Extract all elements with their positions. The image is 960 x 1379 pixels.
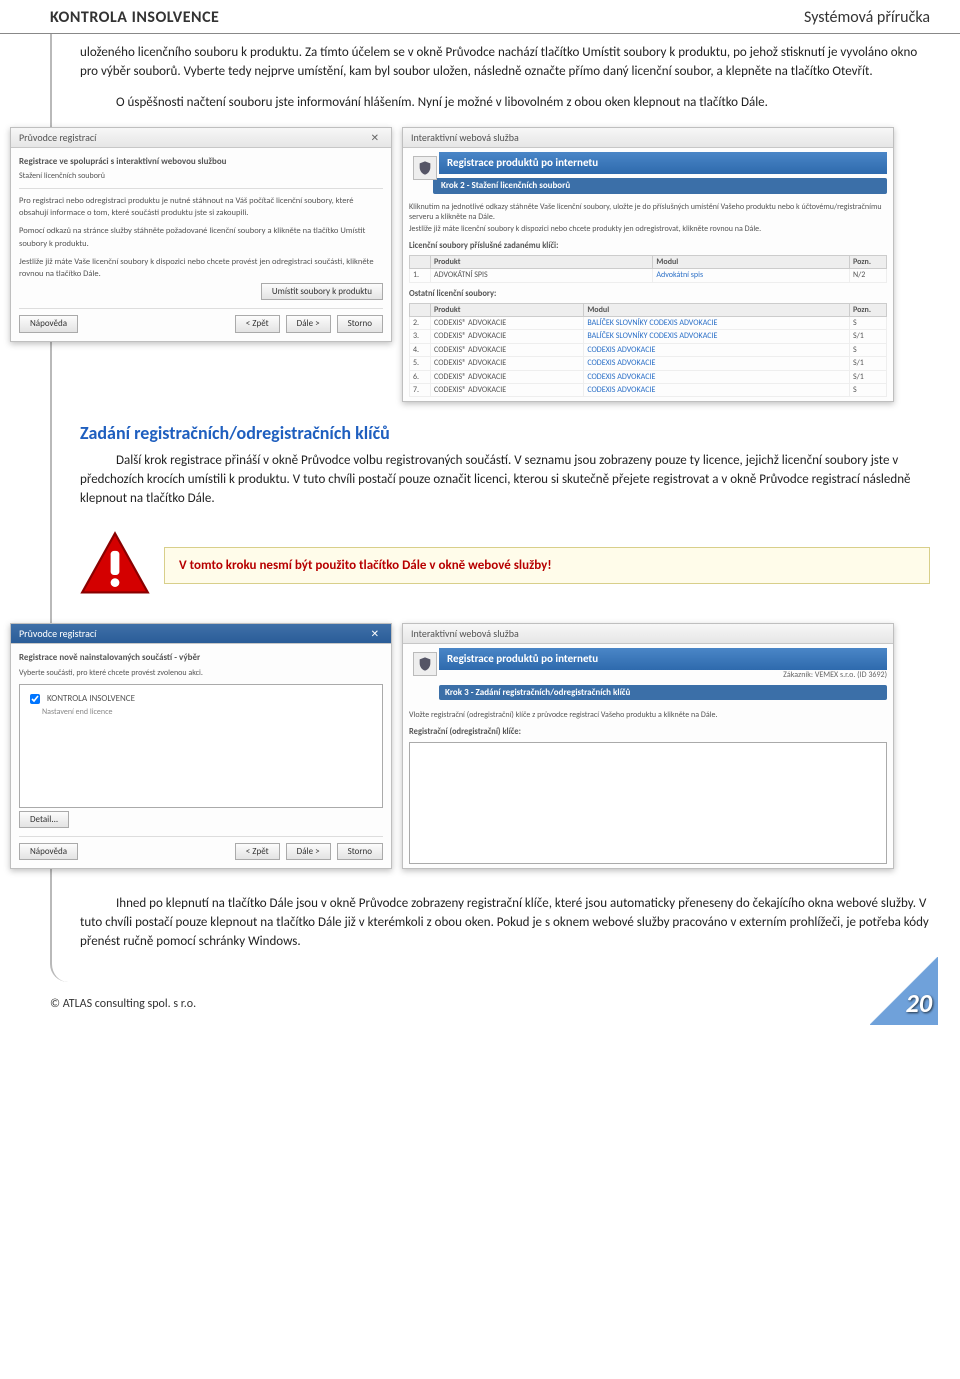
table-row[interactable]: 4.CODEXIS® ADVOKACIECODEXIS ADVOKACIES — [410, 343, 887, 356]
wizard-window-2: Průvodce registrací ✕ Registrace nově na… — [10, 623, 392, 869]
checkbox-label: KONTROLA INSOLVENCE — [47, 693, 135, 705]
wizard1-title: Průvodce registrací — [19, 131, 96, 144]
web1-text2: Jestliže již máte licenční soubory k dis… — [409, 224, 887, 234]
wizard1-text1: Pro registraci nebo odregistraci produkt… — [19, 195, 383, 220]
wizard1-text2: Pomocí odkazů na stránce služby stáhněte… — [19, 225, 383, 250]
component-checkbox[interactable]: KONTROLA INSOLVENCE — [26, 691, 376, 707]
component-listbox[interactable]: KONTROLA INSOLVENCE Nastavení end licenc… — [19, 684, 383, 808]
next-button[interactable]: Dále > — [286, 843, 331, 861]
web1-cap2: Ostatní licenční soubory: — [409, 289, 887, 300]
th-modul: Modul — [653, 255, 850, 268]
web2-step: Krok 3 - Zadání registračních/odregistra… — [439, 685, 887, 701]
wizard1-subtitle: Registrace ve spolupráci s interaktivní … — [19, 156, 383, 168]
cancel-button[interactable]: Storno — [337, 843, 383, 861]
wizard1-text3: Jestliže již máte Vaše licenční soubory … — [19, 256, 383, 281]
web1-heading: Registrace produktů po internetu — [439, 152, 887, 174]
table-row[interactable]: 2.CODEXIS® ADVOKACIEBALÍČEK SLOVNÍKY COD… — [410, 316, 887, 329]
header-left: KONTROLA INSOLVENCE — [50, 8, 219, 27]
warning-icon — [80, 529, 150, 603]
figure-row-2: Průvodce registrací ✕ Registrace nově na… — [10, 623, 930, 869]
th-pozn: Pozn. — [850, 255, 887, 268]
next-button[interactable]: Dále > — [286, 315, 331, 333]
footer-text: © ATLAS consulting spol. s r.o. — [50, 997, 196, 1011]
shield-icon — [413, 652, 437, 676]
web1-step: Krok 2 - Stažení licenčních souborů — [433, 178, 887, 194]
web1-cap1: Licenční soubory příslušné zadanému klíč… — [409, 241, 887, 252]
wizard-window-1: Průvodce registrací ✕ Registrace ve spol… — [10, 127, 392, 342]
figure-row-1: Průvodce registrací ✕ Registrace ve spol… — [10, 127, 930, 403]
detail-button[interactable]: Detail... — [19, 811, 69, 828]
back-button[interactable]: < Zpět — [235, 315, 280, 333]
checkbox-sublabel: Nastavení end licence — [42, 707, 376, 717]
cancel-button[interactable]: Storno — [337, 315, 383, 333]
section-heading: Zadání registračních/odregistračních klí… — [80, 422, 930, 444]
wizard2-title: Průvodce registrací — [19, 627, 96, 640]
back-button[interactable]: < Zpět — [235, 843, 280, 861]
wizard2-subtitle: Registrace nově nainstalovaných součástí… — [19, 652, 383, 664]
th-produkt: Produkt — [431, 255, 653, 268]
paragraph-1: uloženého licenčního souboru k produktu.… — [80, 44, 930, 82]
close-icon[interactable]: ✕ — [367, 131, 383, 144]
header-right: Systémová příručka — [804, 8, 930, 27]
customer-label: Zákazník: VEMEX s.r.o. (ID 3692) — [409, 670, 887, 680]
table-row[interactable]: 3.CODEXIS® ADVOKACIEBALÍČEK SLOVNÍKY COD… — [410, 330, 887, 343]
web2-title: Interaktivní webová služba — [411, 627, 519, 640]
keys-textbox[interactable] — [409, 742, 887, 864]
web-window-1: Interaktivní webová služba Registrace pr… — [402, 127, 894, 403]
web1-title: Interaktivní webová služba — [411, 131, 519, 144]
wizard1-subtitle2: Stažení licenčních souborů — [19, 171, 383, 181]
table-row[interactable]: 6.CODEXIS® ADVOKACIECODEXIS ADVOKACIES/1 — [410, 370, 887, 383]
wizard2-subtitle2: Vyberte součásti, pro které chcete prové… — [19, 668, 383, 678]
help-button[interactable]: Nápověda — [19, 315, 78, 333]
paragraph-3: Další krok registrace přináší v okně Prů… — [80, 452, 930, 509]
table-row[interactable]: 1. ADVOKÁTNÍ SPIS Advokátní spis N/2 — [410, 269, 887, 282]
page-number: 20 — [906, 987, 932, 1019]
shield-icon — [413, 156, 437, 180]
web2-text: Vložte registrační (odregistrační) klíče… — [409, 710, 887, 720]
table-row[interactable]: 7.CODEXIS® ADVOKACIECODEXIS ADVOKACIES — [410, 383, 887, 396]
paragraph-2: O úspěšnosti načtení souboru jste inform… — [80, 94, 930, 113]
web2-cap: Registrační (odregistrační) klíče: — [409, 727, 887, 738]
checkbox-input[interactable] — [30, 694, 40, 704]
paragraph-4: Ihned po klepnutí na tlačítko Dále jsou … — [80, 895, 930, 952]
license-table-2: Produkt Modul Pozn. 2.CODEXIS® ADVOKACIE… — [409, 303, 887, 398]
warning-box: V tomto kroku nesmí být použito tlačítko… — [164, 547, 930, 584]
web1-text1: Kliknutím na jednotlivé odkazy stáhněte … — [409, 202, 887, 223]
page-number-badge: 20 — [870, 957, 938, 1025]
license-table-1: Produkt Modul Pozn. 1. ADVOKÁTNÍ SPIS Ad… — [409, 255, 887, 283]
place-files-button[interactable]: Umístit soubory k produktu — [261, 283, 383, 300]
help-button[interactable]: Nápověda — [19, 843, 78, 861]
close-icon[interactable]: ✕ — [367, 627, 383, 640]
web2-heading: Registrace produktů po internetu — [439, 648, 887, 670]
web-window-2: Interaktivní webová služba Registrace pr… — [402, 623, 894, 869]
table-row[interactable]: 5.CODEXIS® ADVOKACIECODEXIS ADVOKACIES/1 — [410, 357, 887, 370]
